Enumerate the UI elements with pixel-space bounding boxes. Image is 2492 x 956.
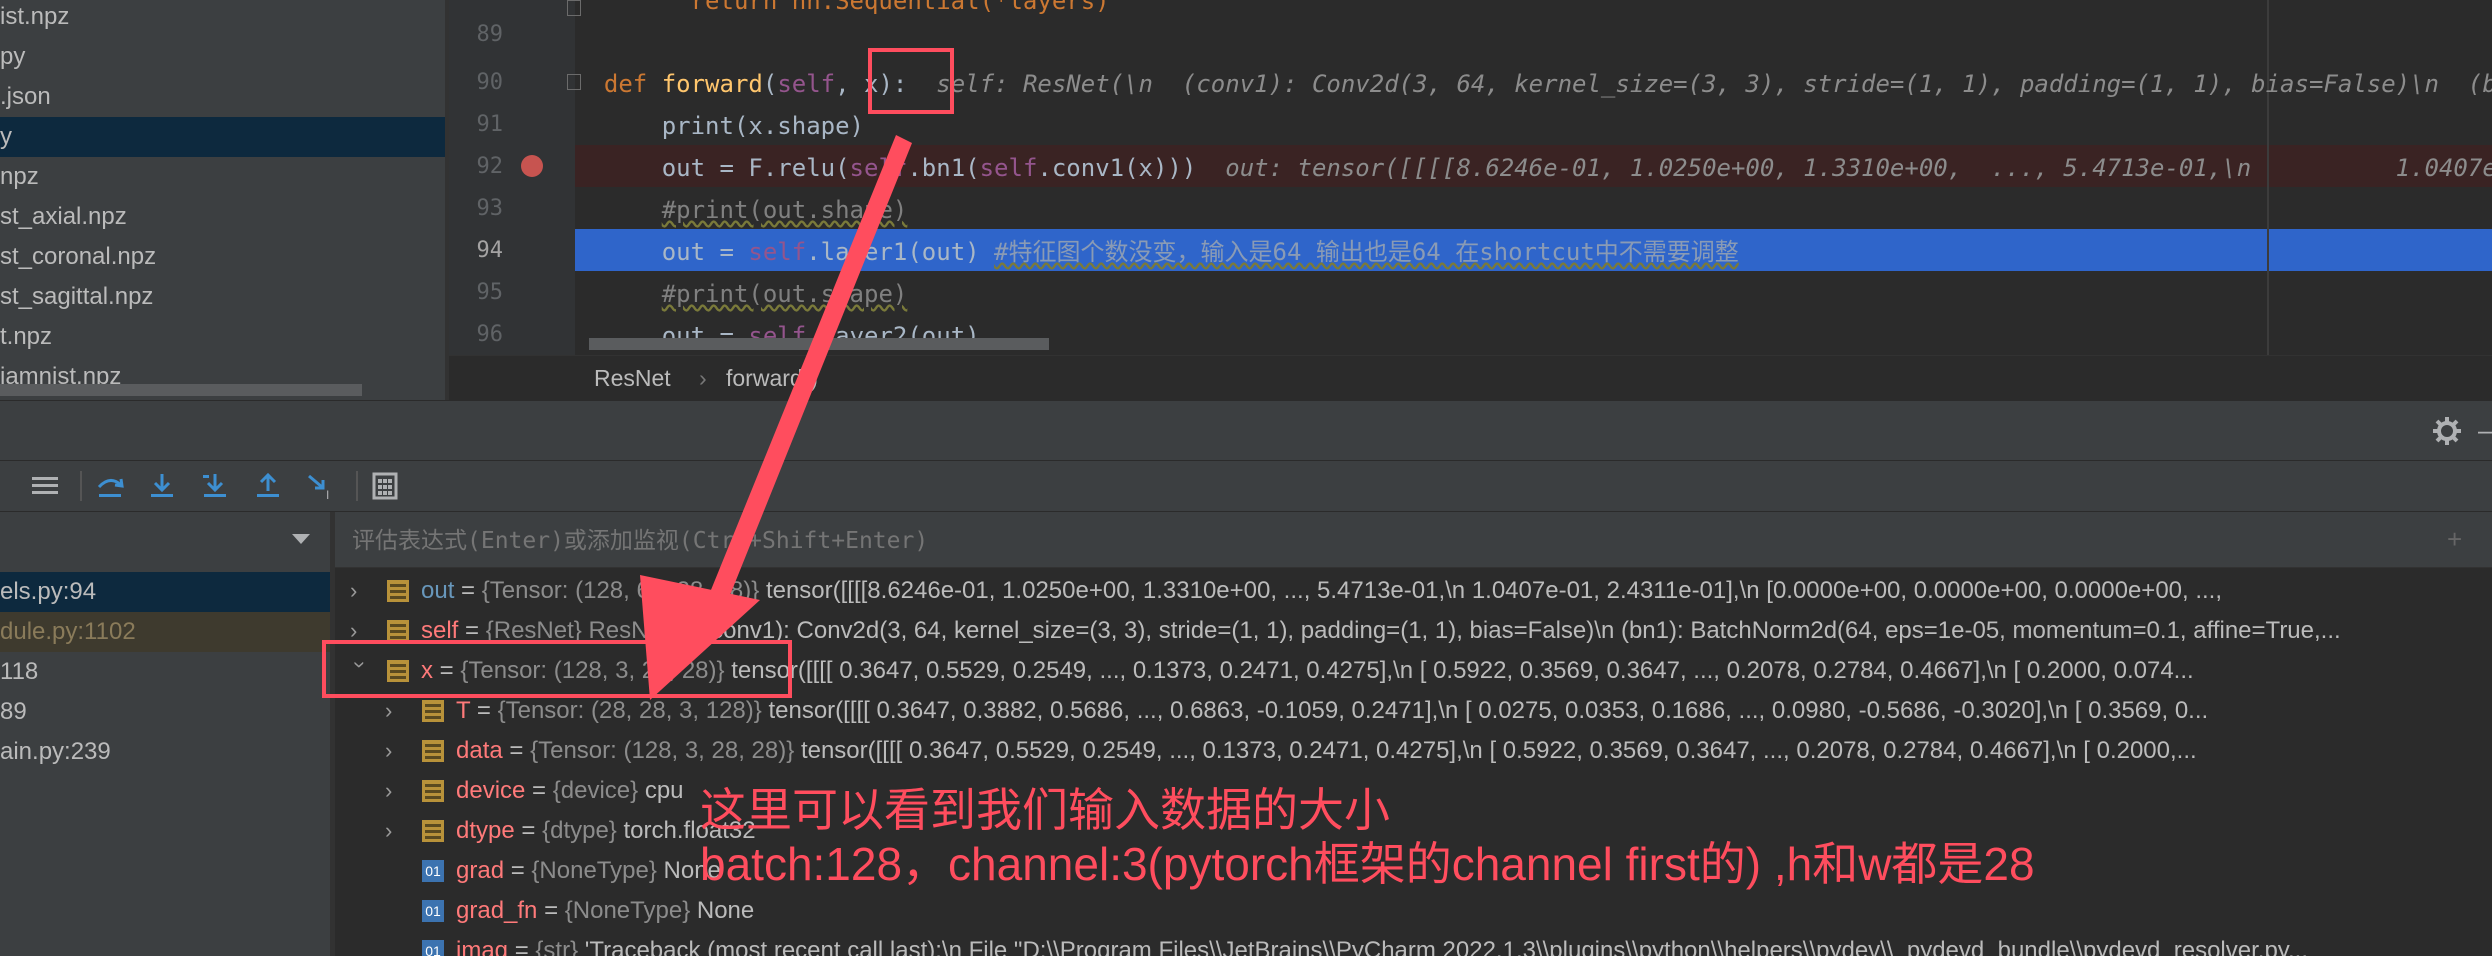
annotation-text: 这里可以看到我们输入数据的大小 batch:128，channel:3(pyto…: [700, 783, 2450, 891]
annotation-line: batch:128，channel:3(pytorch框架的channel fi…: [700, 838, 2035, 890]
annotation-line: 这里可以看到我们输入数据的大小: [700, 784, 1390, 836]
